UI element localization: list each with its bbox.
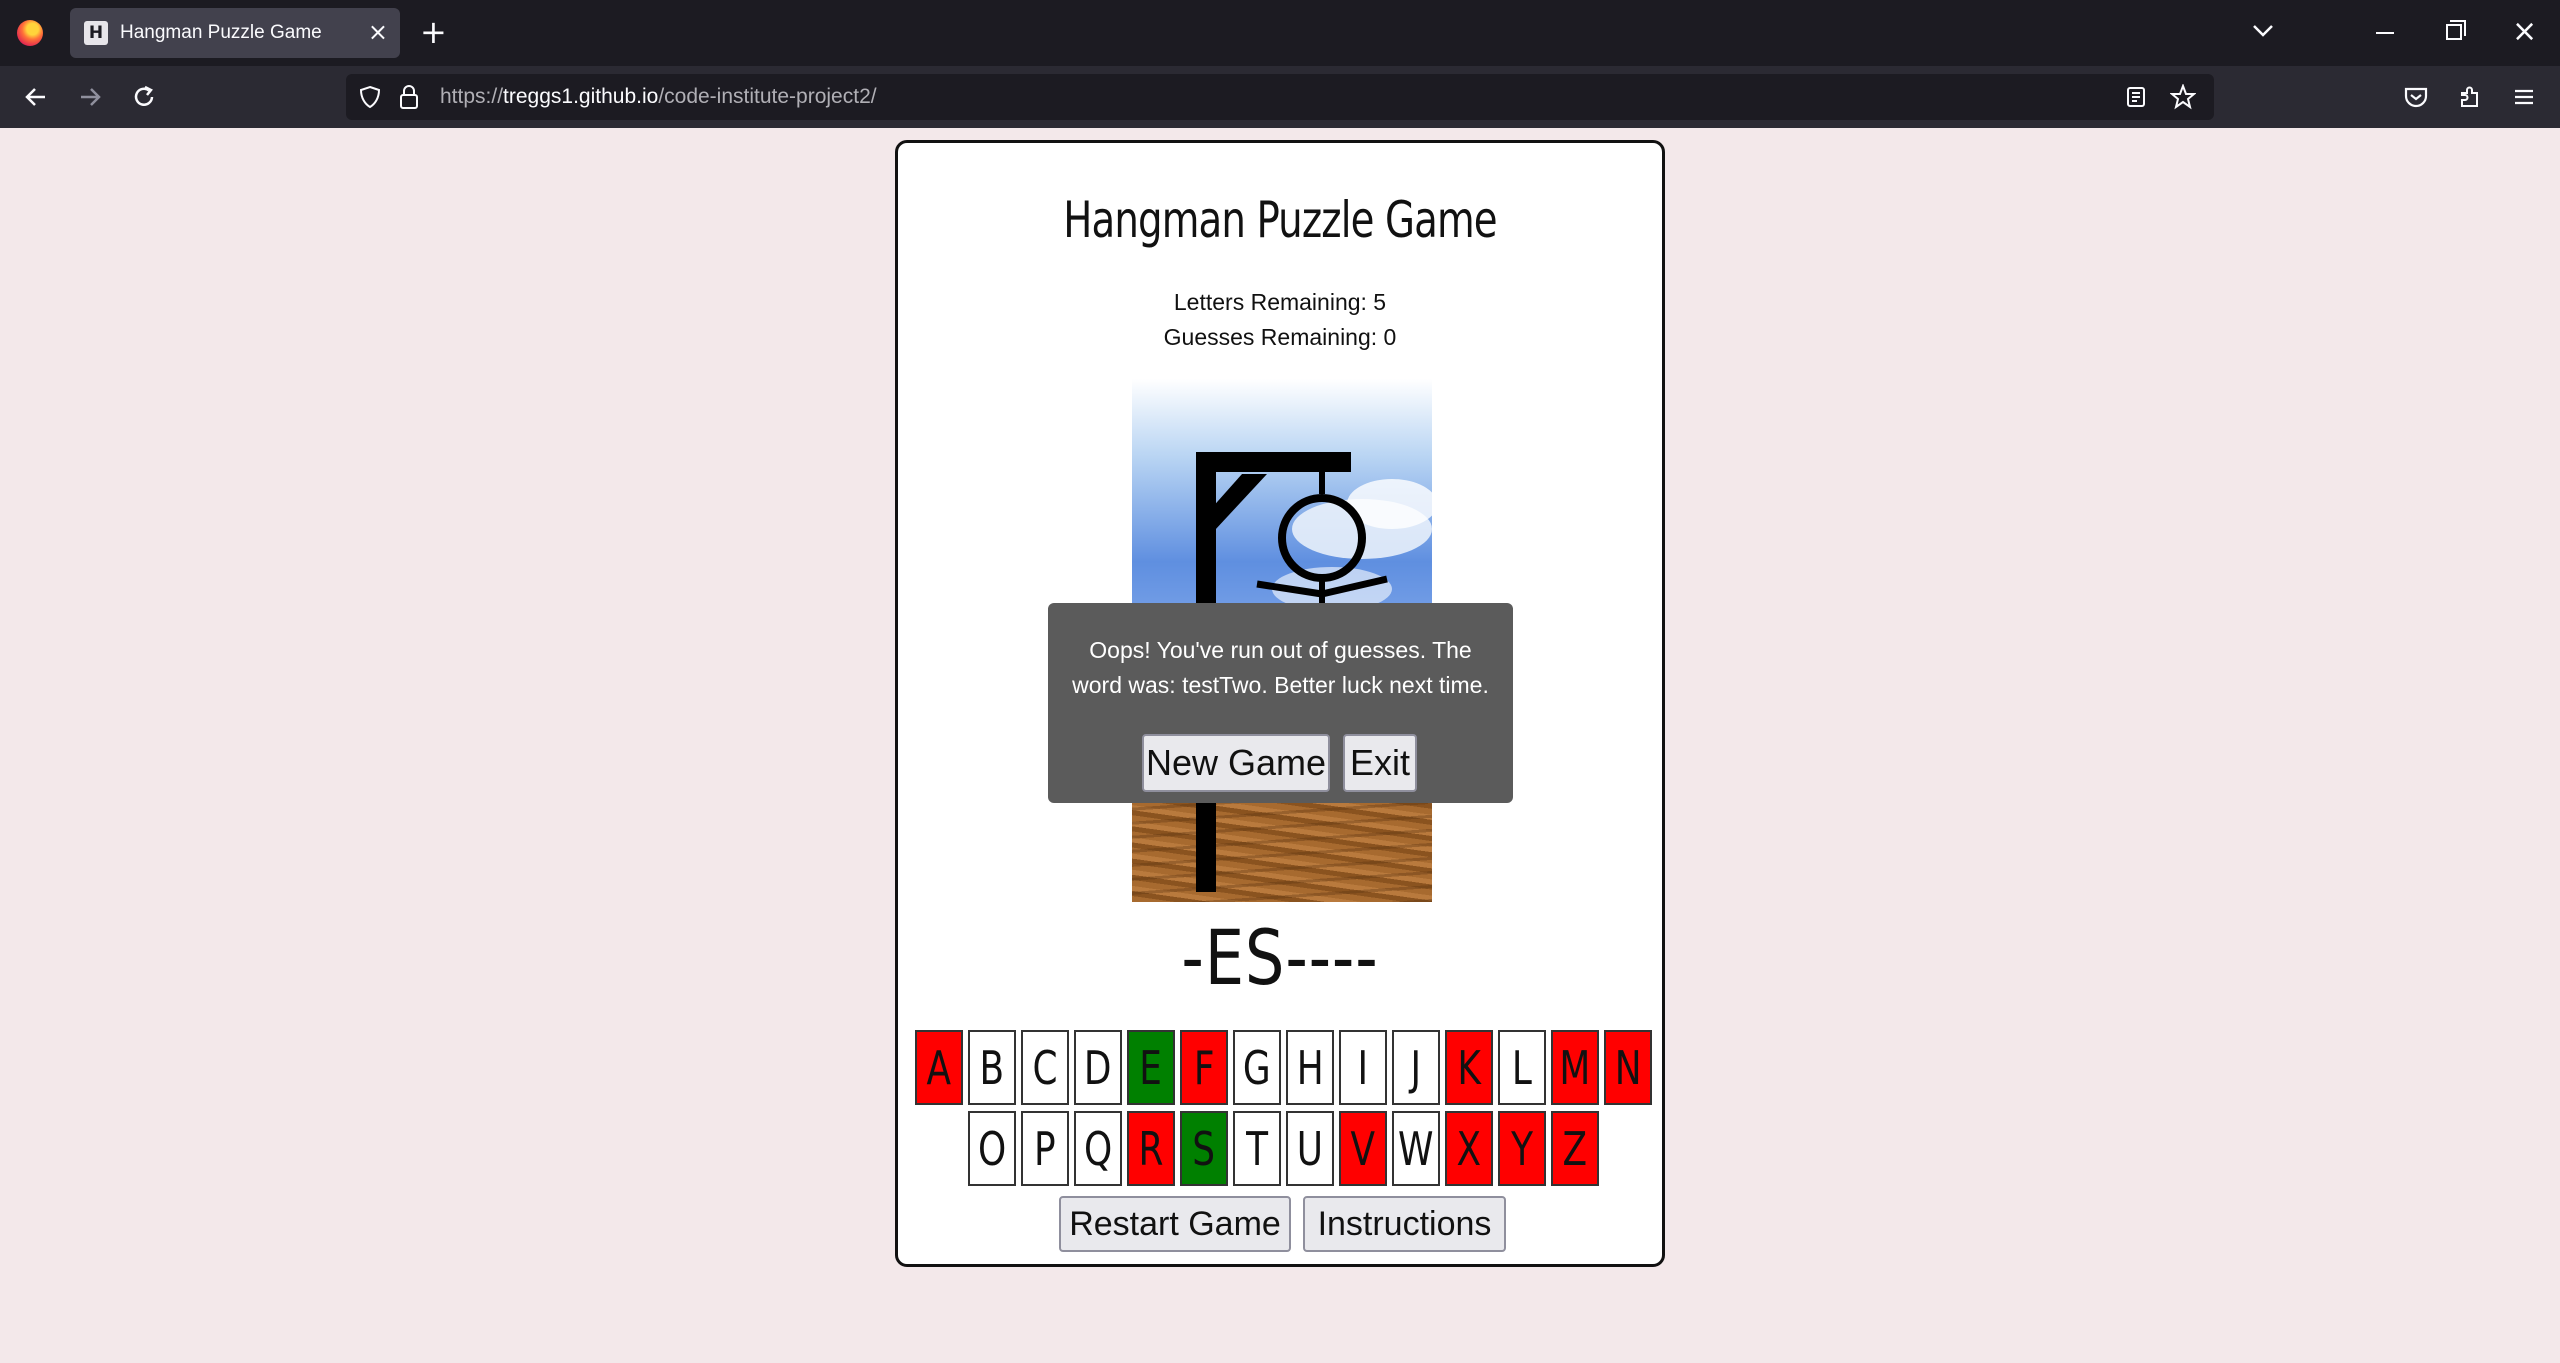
list-all-tabs-chevron-icon[interactable]	[2250, 18, 2276, 44]
letter-key-label: B	[979, 1040, 1005, 1095]
back-arrow-icon[interactable]	[14, 66, 58, 128]
letter-key-z[interactable]: Z	[1551, 1111, 1599, 1186]
letter-key-q[interactable]: Q	[1074, 1111, 1122, 1186]
letter-key-label: R	[1138, 1121, 1164, 1176]
letter-key-label: P	[1034, 1121, 1056, 1176]
restart-game-button[interactable]: Restart Game	[1059, 1196, 1291, 1252]
new-tab-icon[interactable]: +	[420, 14, 447, 50]
letter-key-h[interactable]: H	[1286, 1030, 1334, 1105]
window-restore-icon[interactable]	[2446, 20, 2466, 40]
letter-key-label: J	[1410, 1040, 1422, 1095]
letter-key-label: W	[1398, 1121, 1434, 1176]
letter-key-label: U	[1296, 1121, 1324, 1176]
letter-key-g[interactable]: G	[1233, 1030, 1281, 1105]
letter-key-x[interactable]: X	[1445, 1111, 1493, 1186]
guesses-remaining: Guesses Remaining: 0	[1163, 324, 1397, 350]
letter-key-label: H	[1296, 1040, 1324, 1095]
letter-key-label: D	[1084, 1040, 1112, 1095]
letter-key-v[interactable]: V	[1339, 1111, 1387, 1186]
letter-key-c[interactable]: C	[1021, 1030, 1069, 1105]
browser-tab[interactable]: H Hangman Puzzle Game ×	[70, 8, 400, 58]
letter-key-label: A	[926, 1040, 952, 1095]
tab-close-icon[interactable]: ×	[368, 18, 388, 46]
letter-key-label: C	[1032, 1040, 1058, 1095]
firefox-logo-icon[interactable]	[17, 20, 43, 46]
new-game-button[interactable]: New Game	[1142, 734, 1330, 792]
letter-key-k[interactable]: K	[1445, 1030, 1493, 1105]
page-title: Hangman Puzzle Game	[1063, 191, 1497, 249]
url-path: /code-institute-project2/	[658, 85, 877, 108]
letter-key-label: Q	[1083, 1121, 1113, 1176]
letter-key-d[interactable]: D	[1074, 1030, 1122, 1105]
letter-key-label: I	[1357, 1040, 1369, 1095]
letter-key-w[interactable]: W	[1392, 1111, 1440, 1186]
letter-key-l[interactable]: L	[1498, 1030, 1546, 1105]
letter-key-u[interactable]: U	[1286, 1111, 1334, 1186]
letter-key-o[interactable]: O	[968, 1111, 1016, 1186]
letter-key-label: N	[1614, 1040, 1642, 1095]
reader-view-icon[interactable]	[2124, 85, 2148, 109]
window-minimize-icon[interactable]	[2376, 32, 2394, 34]
letter-key-s[interactable]: S	[1180, 1111, 1228, 1186]
letter-key-r[interactable]: R	[1127, 1111, 1175, 1186]
letter-key-y[interactable]: Y	[1498, 1111, 1546, 1186]
reload-icon[interactable]	[122, 66, 166, 128]
letter-key-b[interactable]: B	[968, 1030, 1016, 1105]
url-bar[interactable]: https://treggs1.github.io/code-institute…	[346, 74, 2214, 120]
letter-key-m[interactable]: M	[1551, 1030, 1599, 1105]
word-display: -ES----	[1181, 913, 1379, 1002]
letter-key-label: E	[1139, 1040, 1163, 1095]
pocket-icon[interactable]	[2394, 66, 2438, 128]
lock-icon[interactable]	[398, 84, 420, 110]
game-over-modal: Oops! You've run out of guesses. The wor…	[1048, 603, 1513, 803]
letter-key-e[interactable]: E	[1127, 1030, 1175, 1105]
letter-key-label: X	[1456, 1121, 1482, 1176]
game-over-message: Oops! You've run out of guesses. The wor…	[1072, 637, 1489, 698]
letter-key-label: Y	[1511, 1121, 1533, 1176]
letter-key-label: L	[1511, 1040, 1532, 1095]
url-text[interactable]: https://treggs1.github.io/code-institute…	[440, 85, 877, 109]
instructions-button[interactable]: Instructions	[1303, 1196, 1506, 1252]
browser-nav-bar: https://treggs1.github.io/code-institute…	[0, 66, 2560, 128]
letters-remaining: Letters Remaining: 5	[1173, 289, 1387, 315]
window-close-icon[interactable]: ×	[2512, 14, 2537, 50]
keyboard-row-2: OPQRSTUVWXYZ	[968, 1111, 1599, 1186]
exit-button[interactable]: Exit	[1343, 734, 1417, 792]
letter-key-label: G	[1243, 1040, 1271, 1095]
letter-key-label: K	[1457, 1040, 1481, 1095]
letter-key-label: M	[1559, 1040, 1591, 1095]
letter-key-p[interactable]: P	[1021, 1111, 1069, 1186]
letter-key-n[interactable]: N	[1604, 1030, 1652, 1105]
url-scheme: https://	[440, 85, 504, 108]
letter-key-label: S	[1192, 1121, 1216, 1176]
letter-key-t[interactable]: T	[1233, 1111, 1281, 1186]
app-menu-hamburger-icon[interactable]	[2502, 66, 2546, 128]
letter-key-a[interactable]: A	[915, 1030, 963, 1105]
letter-key-j[interactable]: J	[1392, 1030, 1440, 1105]
letter-key-label: F	[1193, 1040, 1215, 1095]
letter-key-label: T	[1246, 1121, 1268, 1176]
letter-key-label: V	[1350, 1121, 1376, 1176]
forward-arrow-icon[interactable]	[68, 66, 112, 128]
letter-key-f[interactable]: F	[1180, 1030, 1228, 1105]
letter-key-i[interactable]: I	[1339, 1030, 1387, 1105]
keyboard-row-1: ABCDEFGHIJKLMN	[915, 1030, 1652, 1105]
tab-title: Hangman Puzzle Game	[120, 22, 322, 43]
tracking-shield-icon[interactable]	[358, 85, 382, 109]
letter-key-label: O	[977, 1121, 1007, 1176]
letter-key-label: Z	[1562, 1121, 1588, 1176]
extensions-puzzle-icon[interactable]	[2448, 66, 2492, 128]
tab-favicon-icon: H	[84, 21, 108, 45]
browser-tab-bar: H Hangman Puzzle Game × + ×	[0, 0, 2560, 66]
bookmark-star-icon[interactable]	[2170, 84, 2196, 110]
url-host: treggs1.github.io	[503, 85, 659, 108]
